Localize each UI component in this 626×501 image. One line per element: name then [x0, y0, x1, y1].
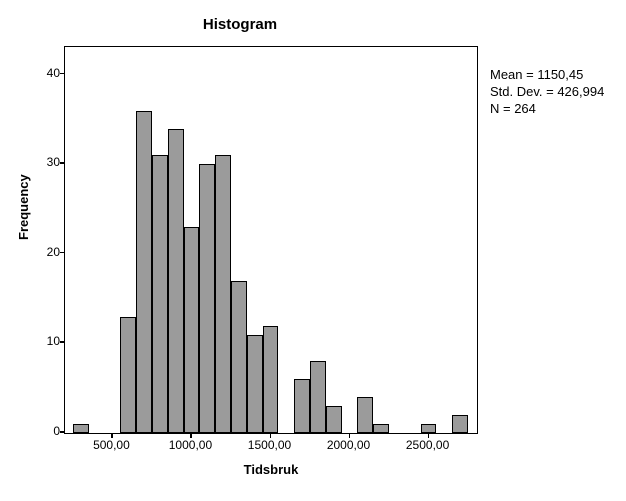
stat-std: Std. Dev. = 426,994: [490, 83, 604, 100]
histogram-bar: [373, 424, 389, 433]
histogram-bar: [247, 335, 263, 433]
stat-n: N = 264: [490, 100, 604, 117]
y-tick-label: 0: [40, 425, 60, 437]
x-tick-mark: [428, 434, 430, 438]
histogram-bar: [73, 424, 89, 433]
histogram-bar: [310, 361, 326, 433]
chart-page: Histogram 0 10 20 30 40 500,00 1000,00 1500,00…: [0, 0, 626, 501]
plot-area: [64, 46, 478, 434]
y-tick-label: 10: [40, 335, 60, 347]
x-tick-label: 1000,00: [169, 438, 212, 452]
stat-mean: Mean = 1150,45: [490, 66, 604, 83]
x-axis-label: Tidsbruk: [64, 462, 478, 477]
histogram-bar: [357, 397, 373, 433]
histogram-bar: [326, 406, 342, 433]
y-tick-label: 30: [40, 156, 60, 168]
x-tick-label: 2000,00: [327, 438, 370, 452]
summary-stats: Mean = 1150,45 Std. Dev. = 426,994 N = 2…: [490, 66, 604, 117]
histogram-bar: [168, 129, 184, 433]
y-tick-mark: [60, 252, 64, 254]
histogram-bar: [152, 155, 168, 433]
histogram-bar: [421, 424, 437, 433]
y-tick-label: 40: [40, 67, 60, 79]
x-tick-label: 2500,00: [406, 438, 449, 452]
x-tick-mark: [190, 434, 192, 438]
x-tick-mark: [349, 434, 351, 438]
y-tick-mark: [60, 341, 64, 343]
y-tick-mark: [60, 162, 64, 164]
histogram-bar: [231, 281, 247, 433]
y-tick-mark: [60, 73, 64, 75]
x-tick-label: 500,00: [93, 438, 130, 452]
x-tick-mark: [111, 434, 113, 438]
y-tick-mark: [60, 431, 64, 433]
y-tick-label: 20: [40, 246, 60, 258]
histogram-bar: [136, 111, 152, 433]
chart-title: Histogram: [0, 16, 480, 33]
x-tick-mark: [270, 434, 272, 438]
histogram-bar: [199, 164, 215, 433]
histogram-bar: [452, 415, 468, 433]
histogram-bar: [294, 379, 310, 433]
histogram-bar: [215, 155, 231, 433]
histogram-bars: [65, 47, 477, 433]
histogram-bar: [120, 317, 136, 433]
x-tick-label: 1500,00: [248, 438, 291, 452]
y-axis-label: Frequency: [16, 174, 31, 240]
histogram-bar: [263, 326, 279, 433]
histogram-bar: [184, 227, 200, 433]
